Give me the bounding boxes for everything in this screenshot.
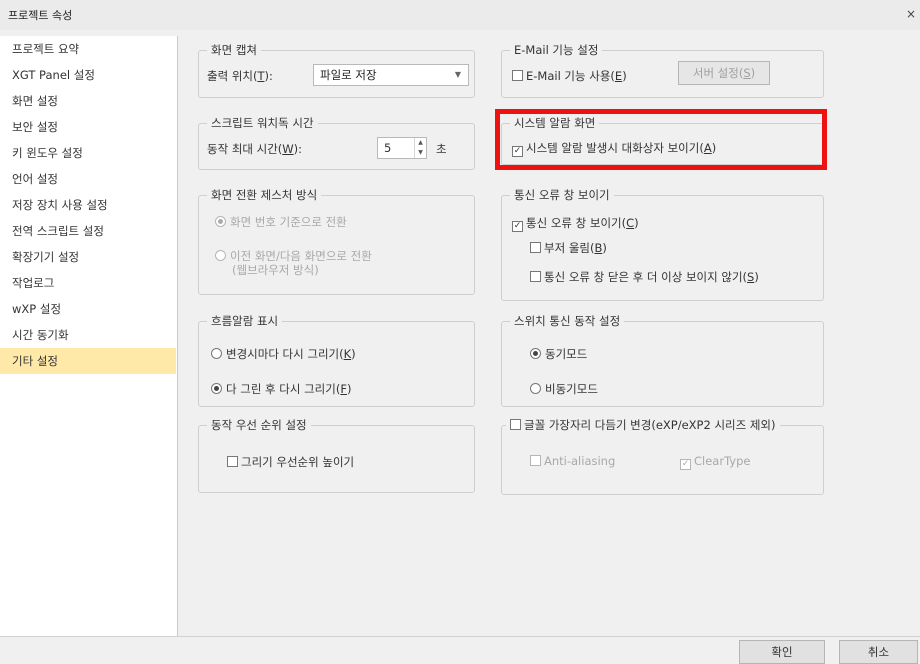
raise-draw-priority-checkbox[interactable]: 그리기 우선순위 높이기 (227, 454, 354, 470)
radio-icon (530, 383, 541, 394)
font-smoothing-group: 글꼴 가장자리 다듬기 변경(eXP/eXP2 시리즈 제외) Anti-ali… (501, 418, 824, 495)
sidebar-item-other-settings[interactable]: 기타 설정 (0, 348, 176, 374)
cancel-button[interactable]: 취소 (839, 640, 918, 664)
email-title: E-Mail 기능 설정 (510, 43, 603, 57)
email-group: E-Mail 기능 설정 E-Mail 기능 사용(E) 서버 설정(S) (501, 43, 824, 98)
gesture-title: 화면 전환 제스처 방식 (207, 188, 322, 202)
gesture-option-page-number[interactable]: 화면 번호 기준으로 전환 (215, 214, 347, 230)
output-location-label: 출력 위치(T): (207, 69, 273, 83)
radio-icon (211, 348, 222, 359)
checkbox-icon (530, 455, 541, 466)
sync-mode-radio[interactable]: 동기모드 (530, 346, 587, 362)
checkbox-icon (530, 242, 541, 253)
sidebar-item-language[interactable]: 언어 설정 (0, 166, 176, 192)
chevron-down-icon: ▼ (454, 70, 462, 79)
system-alarm-group: 시스템 알람 화면 ✓ 시스템 알람 발생시 대화상자 보이기(A) (501, 116, 824, 165)
async-mode-radio[interactable]: 비동기모드 (530, 381, 598, 397)
system-alarm-dialog-checkbox[interactable]: ✓ 시스템 알람 발생시 대화상자 보이기(A) (512, 140, 716, 157)
comm-error-title: 통신 오류 창 보이기 (510, 188, 614, 202)
radio-selected-icon (211, 383, 222, 394)
settings-panel: 화면 캡쳐 출력 위치(T): 파일로 저장 ▼ E-Mail 기능 설정 E-… (179, 36, 920, 636)
screen-capture-title: 화면 캡쳐 (207, 43, 261, 57)
flow-alarm-redraw-after-radio[interactable]: 다 그린 후 다시 그리기(F) (211, 381, 351, 397)
anti-aliasing-checkbox[interactable]: Anti-aliasing (530, 454, 615, 468)
checkbox-icon (510, 419, 521, 430)
radio-icon (215, 250, 226, 261)
email-enable-checkbox[interactable]: E-Mail 기능 사용(E) (512, 68, 627, 84)
radio-selected-icon (215, 216, 226, 227)
max-time-stepper[interactable]: 5 ▲ ▼ (377, 137, 427, 159)
switch-comm-group: 스위치 통신 동작 설정 동기모드 비동기모드 (501, 314, 824, 407)
buzzer-checkbox[interactable]: 부저 울림(B) (530, 240, 607, 256)
server-settings-button[interactable]: 서버 설정(S) (678, 61, 770, 85)
max-time-label: 동작 최대 시간(W): (207, 142, 303, 156)
ok-button[interactable]: 확인 (739, 640, 825, 664)
output-location-value: 파일로 저장 (320, 68, 377, 82)
checkbox-checked-icon: ✓ (512, 146, 523, 157)
screen-capture-group: 화면 캡쳐 출력 위치(T): 파일로 저장 ▼ (198, 43, 475, 98)
priority-group: 동작 우선 순위 설정 그리기 우선순위 높이기 (198, 418, 475, 493)
sidebar-item-time-sync[interactable]: 시간 동기화 (0, 322, 176, 348)
sidebar-item-storage[interactable]: 저장 장치 사용 설정 (0, 192, 176, 218)
script-watchdog-title: 스크립트 워치독 시간 (207, 116, 318, 130)
max-time-value: 5 (384, 141, 392, 155)
output-location-select[interactable]: 파일로 저장 ▼ (313, 64, 469, 86)
checkbox-checked-icon: ✓ (680, 459, 691, 470)
comm-error-hide-checkbox[interactable]: 통신 오류 창 닫은 후 더 이상 보이지 않기(S) (530, 269, 759, 285)
dialog-footer: 확인 취소 (0, 636, 920, 664)
sidebar-item-global-script[interactable]: 전역 스크립트 설정 (0, 218, 176, 244)
font-smoothing-checkbox[interactable]: 글꼴 가장자리 다듬기 변경(eXP/eXP2 시리즈 제외) (506, 418, 780, 432)
stepper-arrows-icon[interactable]: ▲ ▼ (414, 138, 426, 158)
priority-title: 동작 우선 순위 설정 (207, 418, 311, 432)
gesture-group: 화면 전환 제스처 방식 화면 번호 기준으로 전환 이전 화면/다음 화면으로… (198, 188, 475, 295)
sidebar: 프로젝트 요약 XGT Panel 설정 화면 설정 보안 설정 키 윈도우 설… (0, 36, 178, 636)
window-title: 프로젝트 속성 (8, 9, 73, 22)
checkbox-icon (530, 271, 541, 282)
checkbox-checked-icon: ✓ (512, 221, 523, 232)
sidebar-item-work-log[interactable]: 작업로그 (0, 270, 176, 296)
comm-error-group: 통신 오류 창 보이기 ✓ 통신 오류 창 보이기(C) 부저 울림(B) 통신 … (501, 188, 824, 301)
switch-comm-title: 스위치 통신 동작 설정 (510, 314, 625, 328)
gesture-option-prev-next-note: (웹브라우저 방식) (232, 263, 319, 277)
sidebar-item-project-summary[interactable]: 프로젝트 요약 (0, 36, 176, 62)
sidebar-item-extension[interactable]: 확장기기 설정 (0, 244, 176, 270)
checkbox-icon (512, 70, 523, 81)
system-alarm-title: 시스템 알람 화면 (510, 116, 600, 130)
cleartype-checkbox[interactable]: ✓ ClearType (680, 454, 751, 470)
seconds-unit: 초 (436, 142, 447, 156)
close-icon[interactable]: × (906, 7, 916, 21)
flow-alarm-redraw-each-radio[interactable]: 변경시마다 다시 그리기(K) (211, 346, 356, 362)
title-bar: 프로젝트 속성 × (0, 0, 920, 30)
sidebar-item-xgt-panel[interactable]: XGT Panel 설정 (0, 62, 176, 88)
radio-selected-icon (530, 348, 541, 359)
sidebar-item-screen[interactable]: 화면 설정 (0, 88, 176, 114)
comm-error-show-checkbox[interactable]: ✓ 통신 오류 창 보이기(C) (512, 215, 639, 232)
flow-alarm-title: 흐름알람 표시 (207, 314, 283, 328)
flow-alarm-group: 흐름알람 표시 변경시마다 다시 그리기(K) 다 그린 후 다시 그리기(F) (198, 314, 475, 407)
script-watchdog-group: 스크립트 워치독 시간 동작 최대 시간(W): 5 ▲ ▼ 초 (198, 116, 475, 170)
checkbox-icon (227, 456, 238, 467)
sidebar-item-wxp[interactable]: wXP 설정 (0, 296, 176, 322)
sidebar-item-key-window[interactable]: 키 윈도우 설정 (0, 140, 176, 166)
sidebar-item-security[interactable]: 보안 설정 (0, 114, 176, 140)
